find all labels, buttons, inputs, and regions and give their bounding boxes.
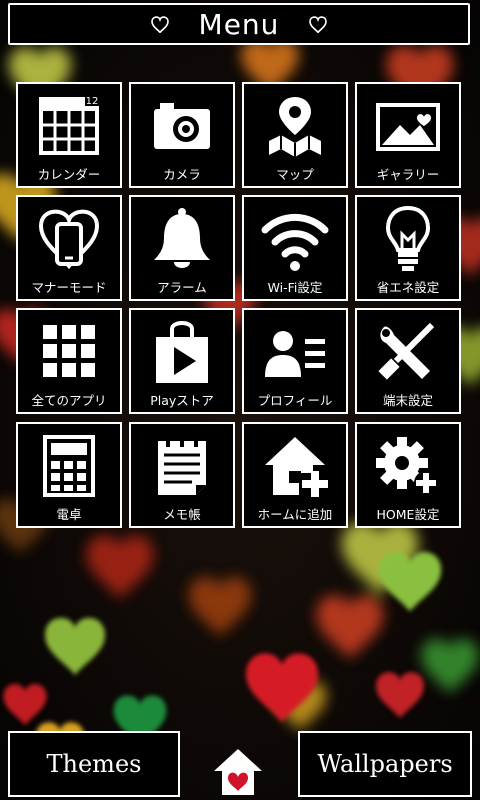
map-icon bbox=[258, 90, 332, 162]
heart-icon bbox=[309, 16, 328, 33]
tile-play-store[interactable]: Playストア bbox=[129, 308, 235, 414]
menu-title: Menu bbox=[198, 7, 280, 41]
apps-grid-icon bbox=[32, 316, 106, 388]
tile-camera[interactable]: カメラ bbox=[129, 82, 235, 188]
tile-label: プロフィール bbox=[257, 393, 333, 408]
tile-label: アラーム bbox=[157, 280, 207, 295]
tile-label: 端末設定 bbox=[382, 393, 433, 408]
tile-gallery[interactable]: ギャラリー bbox=[355, 82, 461, 188]
tools-icon bbox=[371, 316, 445, 388]
tile-profile[interactable]: プロフィール bbox=[242, 308, 348, 414]
tile-alarm[interactable]: アラーム bbox=[129, 195, 235, 301]
camera-icon bbox=[145, 90, 219, 162]
calendar-icon: 12 bbox=[32, 90, 106, 162]
menu-header: Menu bbox=[8, 3, 470, 45]
tile-label: マップ bbox=[276, 167, 314, 182]
tile-label: HOME設定 bbox=[376, 507, 440, 522]
tile-eco-settings[interactable]: 省エネ設定 bbox=[355, 195, 461, 301]
add-home-icon bbox=[258, 430, 332, 502]
tile-notepad[interactable]: メモ帳 bbox=[129, 422, 235, 528]
gallery-icon bbox=[371, 90, 445, 162]
tile-label: 電卓 bbox=[56, 507, 82, 522]
tile-label: メモ帳 bbox=[163, 507, 201, 522]
tile-all-apps[interactable]: 全てのアプリ bbox=[16, 308, 122, 414]
calculator-icon bbox=[32, 430, 106, 502]
tile-wifi-settings[interactable]: Wi-Fi設定 bbox=[242, 195, 348, 301]
tile-label: ホームに追加 bbox=[257, 507, 333, 522]
tile-home-settings[interactable]: HOME設定 bbox=[355, 422, 461, 528]
alarm-bell-icon bbox=[145, 203, 219, 275]
play-store-icon bbox=[145, 316, 219, 388]
tile-label: ギャラリー bbox=[376, 167, 440, 182]
tile-manner-mode[interactable]: マナーモード bbox=[16, 195, 122, 301]
tile-label: カレンダー bbox=[37, 167, 101, 182]
calendar-badge: 12 bbox=[86, 96, 99, 107]
tile-label: 省エネ設定 bbox=[376, 280, 440, 295]
tile-label: 全てのアプリ bbox=[31, 393, 107, 408]
profile-icon bbox=[258, 316, 332, 388]
tile-label: マナーモード bbox=[31, 280, 107, 295]
tile-calculator[interactable]: 電卓 bbox=[16, 422, 122, 528]
wallpapers-button[interactable]: Wallpapers bbox=[298, 731, 472, 797]
tile-device-settings[interactable]: 端末設定 bbox=[355, 308, 461, 414]
manner-mode-icon bbox=[32, 203, 106, 275]
heart-icon bbox=[150, 16, 169, 33]
tile-label: Wi-Fi設定 bbox=[267, 280, 323, 295]
wifi-icon bbox=[258, 203, 332, 275]
home-heart-icon[interactable] bbox=[212, 747, 264, 797]
tile-map[interactable]: マップ bbox=[242, 82, 348, 188]
home-settings-icon bbox=[371, 430, 445, 502]
tile-label: カメラ bbox=[163, 167, 201, 182]
lightbulb-icon bbox=[371, 203, 445, 275]
tile-add-to-home[interactable]: ホームに追加 bbox=[242, 422, 348, 528]
notepad-icon bbox=[145, 430, 219, 502]
tile-label: Playストア bbox=[150, 393, 214, 408]
tile-calendar[interactable]: 12 カレンダー bbox=[16, 82, 122, 188]
themes-button[interactable]: Themes bbox=[8, 731, 180, 797]
